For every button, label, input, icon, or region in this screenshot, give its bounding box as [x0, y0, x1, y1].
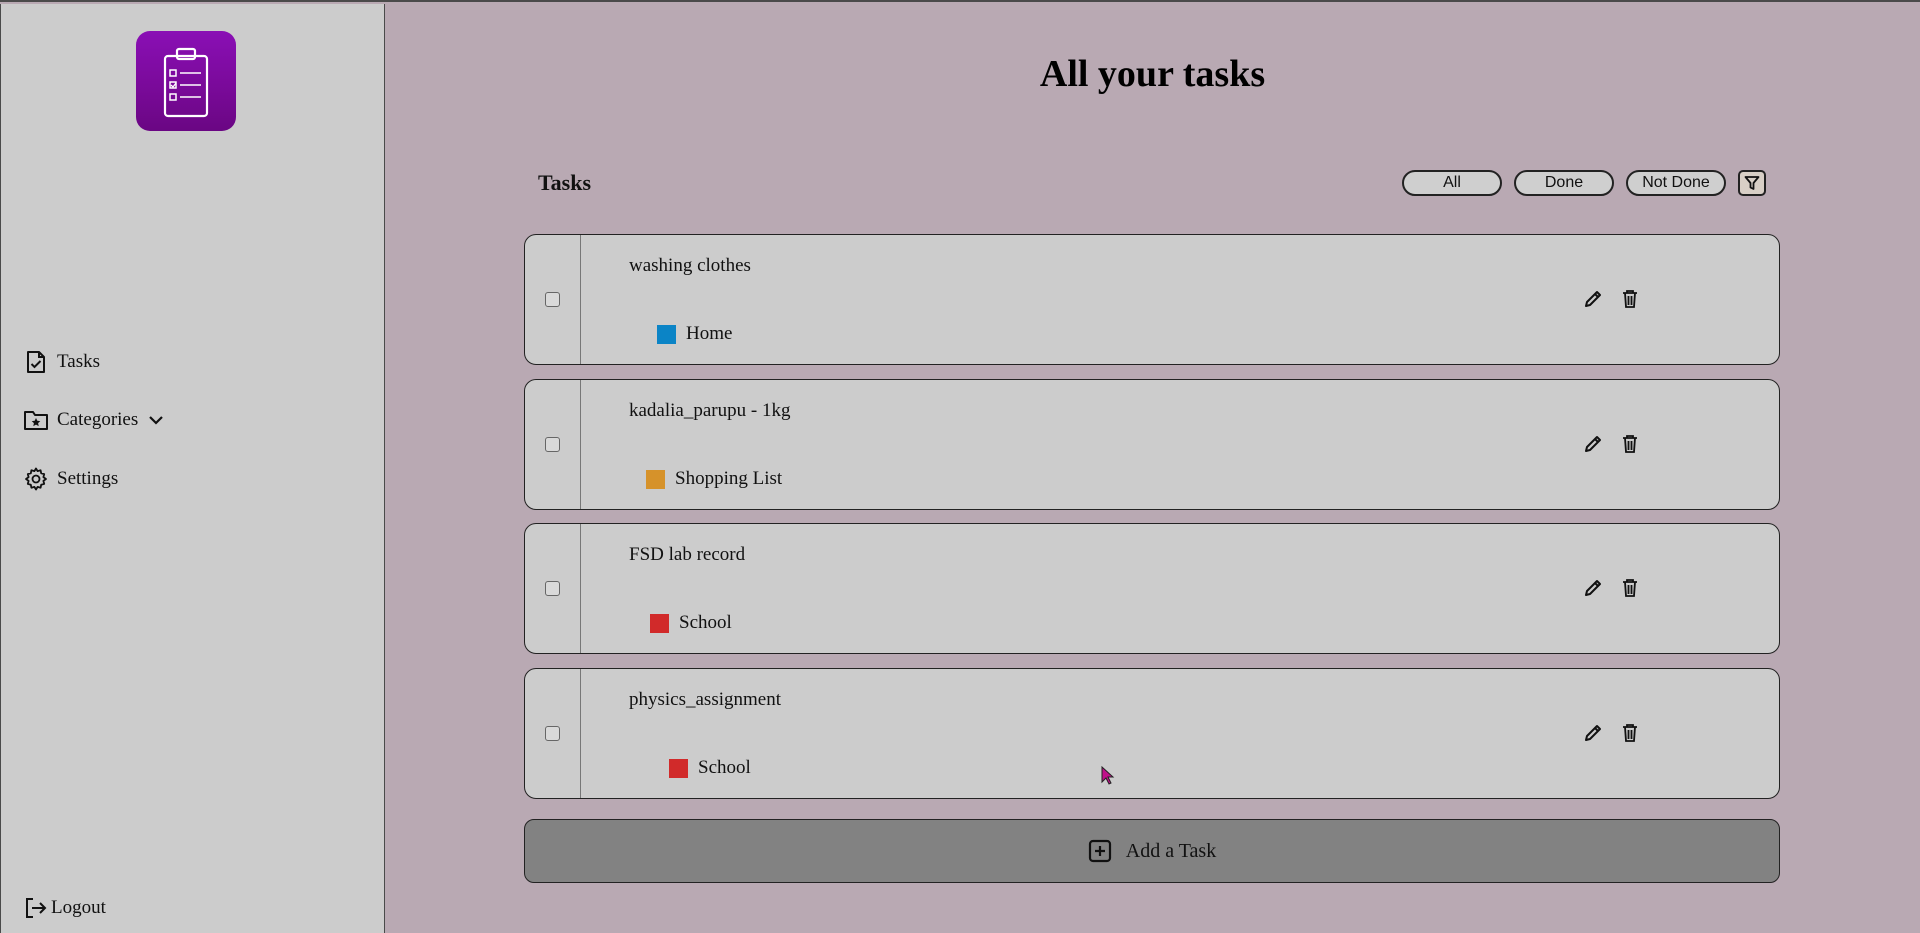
page-title: All your tasks: [1039, 53, 1266, 95]
category-label: School: [698, 757, 751, 778]
trash-icon[interactable]: [1618, 576, 1642, 600]
sidebar-item-tasks[interactable]: Tasks: [23, 349, 100, 375]
filter-bar: All Done Not Done: [1402, 170, 1766, 196]
task-checkbox[interactable]: [545, 292, 560, 307]
add-task-button[interactable]: Add a Task: [524, 819, 1780, 883]
task-check-column: [525, 380, 581, 509]
task-checkbox[interactable]: [545, 437, 560, 452]
task-actions: [1581, 432, 1655, 456]
chevron-down-icon[interactable]: [148, 415, 164, 425]
task-category: Shopping List: [646, 468, 782, 490]
task-checkbox[interactable]: [545, 726, 560, 741]
category-label: Home: [686, 323, 733, 344]
task-title: FSD lab record: [629, 544, 746, 565]
sidebar-item-label: Tasks: [57, 351, 101, 372]
task-actions: [1581, 576, 1655, 600]
edit-pencil-icon[interactable]: [1581, 287, 1605, 311]
task-check-column: [525, 235, 581, 364]
tasks-section-label: Tasks: [538, 170, 592, 195]
folder-star-icon: [23, 407, 49, 433]
filter-done-button[interactable]: Done: [1514, 170, 1614, 196]
app-window: Tasks Categories Settings Logout All you…: [0, 0, 1920, 933]
task-actions: [1581, 721, 1655, 745]
trash-icon[interactable]: [1618, 432, 1642, 456]
add-task-label: Add a Task: [1125, 839, 1217, 862]
sidebar-item-label: Settings: [57, 468, 119, 489]
funnel-icon: [1744, 176, 1760, 190]
task-card: physics_assignment School: [524, 668, 1780, 799]
category-label: School: [679, 612, 732, 633]
filter-not-done-button[interactable]: Not Done: [1626, 170, 1726, 196]
task-category: Home: [657, 323, 732, 345]
category-color-swatch: [646, 469, 665, 489]
sidebar-item-categories[interactable]: Categories: [23, 407, 164, 433]
task-check-column: [525, 524, 581, 653]
sidebar-item-settings[interactable]: Settings: [23, 466, 118, 492]
category-color-swatch: [657, 324, 676, 344]
gear-icon: [23, 466, 49, 492]
task-actions: [1581, 287, 1655, 311]
plus-square-icon: [1088, 839, 1112, 863]
file-check-icon: [23, 349, 49, 375]
edit-pencil-icon[interactable]: [1581, 576, 1605, 600]
task-card: FSD lab record School: [524, 523, 1780, 654]
task-title: washing clothes: [629, 255, 751, 276]
category-label: Shopping List: [675, 468, 783, 489]
app-logo: [136, 31, 236, 131]
task-category: School: [650, 612, 732, 634]
task-checkbox[interactable]: [545, 581, 560, 596]
filter-all-button[interactable]: All: [1402, 170, 1502, 196]
category-color-swatch: [650, 613, 669, 633]
trash-icon[interactable]: [1618, 721, 1642, 745]
edit-pencil-icon[interactable]: [1581, 432, 1605, 456]
logout-button[interactable]: Logout: [23, 895, 106, 921]
task-title: kadalia_parupu - 1kg: [629, 400, 791, 421]
sidebar: Tasks Categories Settings Logout: [0, 4, 385, 933]
trash-icon[interactable]: [1618, 287, 1642, 311]
task-check-column: [525, 669, 581, 798]
sidebar-item-label: Categories: [57, 409, 139, 430]
category-color-swatch: [669, 758, 688, 778]
task-title: physics_assignment: [629, 689, 781, 710]
logout-icon: [23, 895, 49, 921]
task-card: kadalia_parupu - 1kg Shopping List: [524, 379, 1780, 510]
task-card: washing clothes Home: [524, 234, 1780, 365]
logout-label: Logout: [51, 897, 106, 918]
edit-pencil-icon[interactable]: [1581, 721, 1605, 745]
task-category: School: [669, 757, 751, 779]
filter-button[interactable]: [1738, 170, 1766, 196]
mouse-cursor-icon: [1101, 765, 1115, 791]
clipboard-checklist-icon: [163, 47, 209, 118]
